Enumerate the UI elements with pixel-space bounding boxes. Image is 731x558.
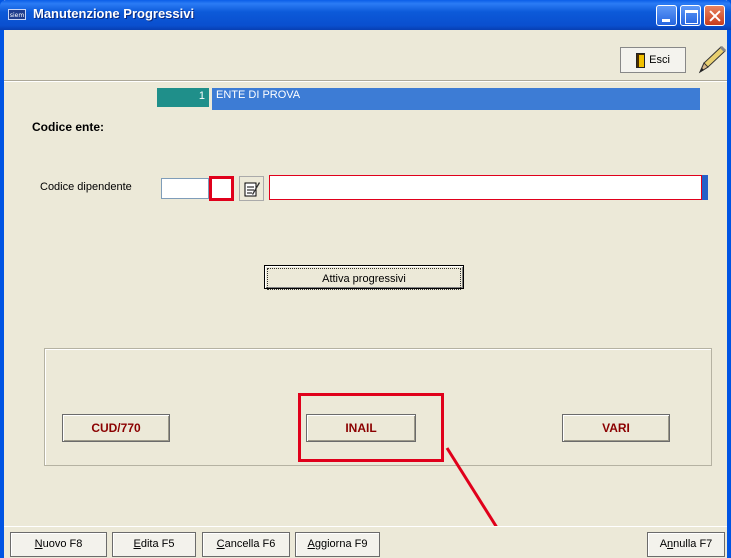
codice-dipendente-input[interactable] [161,178,209,199]
dipendente-name-input[interactable] [269,175,702,200]
codice-ente-value: 1 [157,88,209,107]
aggiorna-button[interactable]: Aggiorna F9 [295,532,380,557]
annulla-prefix: A [659,538,668,550]
inail-highlight-annotation [298,393,444,462]
bottom-button-bar: Nuovo F8 Edita F5 Cancella F6 Aggiorna F… [4,526,727,558]
main-window: siem Manutenzione Progressivi Esci Codic… [0,0,731,558]
codice-ente-label: Codice ente: [32,120,105,134]
esci-button[interactable]: Esci [620,47,686,73]
codice-dipendente-highlighted-field[interactable] [209,176,234,201]
toolbar-separator-highlight [4,81,727,82]
nuovo-hotkey: N [34,538,43,550]
codice-dipendente-label: Codice dipendente [40,181,132,193]
pencil-icon [698,45,726,74]
lookup-button[interactable] [239,176,264,201]
ente-name-value: ENTE DI PROVA [212,88,700,110]
window-title: Manutenzione Progressivi [33,6,195,21]
aggiorna-hotkey: A [307,538,315,550]
cancella-label: ancella F6 [224,538,276,550]
attiva-progressivi-label: Attiva progressivi [267,268,461,290]
esci-label: Esci [649,54,670,66]
annulla-button[interactable]: Annulla F7 [647,532,725,557]
aggiorna-label: ggiorna F9 [314,538,368,550]
annulla-label: nulla F7 [673,538,713,550]
minimize-button[interactable] [656,5,677,26]
cancella-button[interactable]: Cancella F6 [202,532,290,557]
close-button[interactable] [704,5,725,26]
exit-door-icon [636,52,646,68]
app-icon: siem [8,9,26,20]
edita-label: dita F5 [140,538,175,550]
maximize-button[interactable] [680,5,701,26]
cancella-hotkey: C [216,538,225,550]
edita-hotkey: E [133,538,141,550]
edita-button[interactable]: Edita F5 [112,532,196,557]
cud-770-button[interactable]: CUD/770 [62,414,170,442]
title-bar[interactable]: siem Manutenzione Progressivi [0,0,731,30]
lookup-notepad-icon [244,182,260,197]
nuovo-label: uovo F8 [42,538,83,550]
nuovo-button[interactable]: Nuovo F8 [10,532,107,557]
vari-button[interactable]: VARI [562,414,670,442]
dipendente-name-input-edge [702,175,708,200]
attiva-progressivi-button[interactable]: Attiva progressivi [264,265,464,290]
